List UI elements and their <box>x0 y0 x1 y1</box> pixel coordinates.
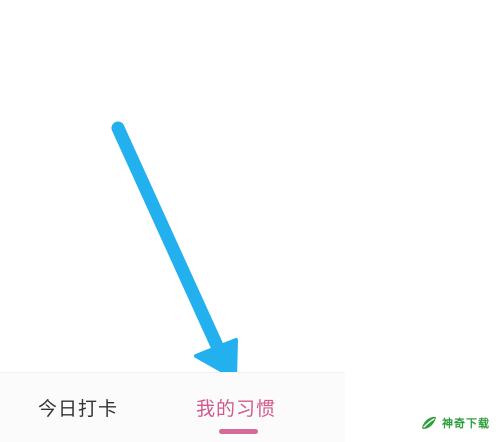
app-screen: 今日打卡 我的习惯 神奇下载 <box>0 0 500 442</box>
tab-today-checkin[interactable]: 今日打卡 <box>38 397 158 427</box>
tab-my-habits[interactable]: 我的习惯 <box>196 397 316 427</box>
bottom-tab-bar: 今日打卡 我的习惯 <box>0 372 345 442</box>
active-tab-indicator <box>219 429 258 434</box>
habit-list-area <box>0 0 500 372</box>
tab-my-habits-label: 我的习惯 <box>196 398 277 420</box>
tab-today-checkin-label: 今日打卡 <box>38 398 119 420</box>
leaf-logo-icon <box>422 416 436 429</box>
watermark-text: 神奇下载 <box>442 417 490 430</box>
watermark: 神奇下载 <box>420 410 496 436</box>
